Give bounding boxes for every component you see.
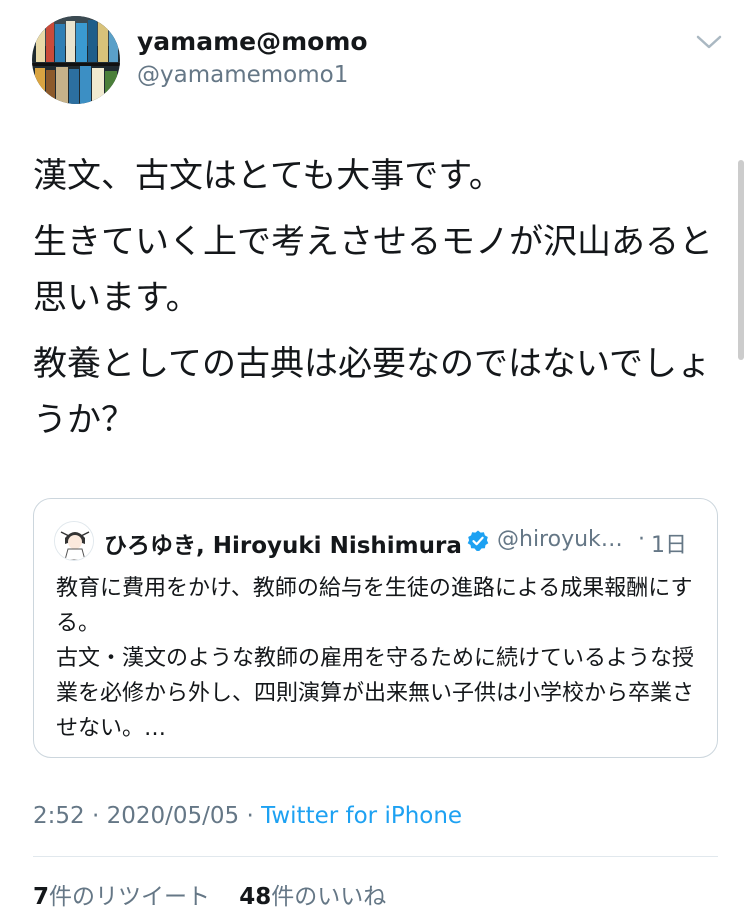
quoted-text-line: 教育に費用をかけ、教師の給与を生徒の進路による成果報酬にする。: [56, 576, 693, 636]
tweet-source-link[interactable]: Twitter for iPhone: [261, 803, 462, 829]
retweets-count: 7: [33, 884, 50, 910]
quoted-tweet-time[interactable]: 1日: [651, 527, 687, 559]
verified-badge-icon: [466, 529, 490, 553]
quoted-tweet-text: 教育に費用をかけ、教師の給与を生徒の進路による成果報酬にする。 古文・漢文のよう…: [56, 571, 701, 746]
tweet-paragraph: 教養としての古典は必要なのではないでしょうか？: [33, 344, 711, 440]
quoted-author-avatar[interactable]: [54, 521, 94, 561]
quoted-tweet-card[interactable]: ひろゆき, Hiroyuki Nishimura @hiroyuk… · 1日 …: [33, 498, 718, 758]
tweet-body: 漢文、古文はとても大事です。 生きていく上で考えさせるモノが沢山あると思います。…: [33, 148, 723, 458]
author-handle[interactable]: @yamamemomo1: [137, 62, 348, 88]
quoted-author-display-name[interactable]: ひろゆき, Hiroyuki Nishimura: [104, 526, 462, 560]
chevron-down-icon[interactable]: [694, 30, 724, 54]
tweet-paragraph: 生きていく上で考えさせるモノが沢山あると思います。: [33, 222, 713, 318]
quoted-author-handle[interactable]: @hiroyuk…: [497, 527, 623, 552]
author-display-name[interactable]: yamame@momo: [137, 27, 368, 56]
scrollbar[interactable]: [738, 160, 744, 360]
tweet-meta: 2:52 · 2020/05/05 · Twitter for iPhone: [33, 803, 462, 829]
likes-count: 48: [239, 884, 272, 910]
tweet-paragraph: 漢文、古文はとても大事です。: [33, 156, 503, 196]
tweet-stats: 7件のリツイート 48件のいいね: [33, 877, 386, 911]
retweets-label: 件のリツイート: [49, 884, 211, 910]
divider: [33, 856, 718, 857]
likes-stat[interactable]: 48件のいいね: [239, 884, 386, 910]
separator-dot: ·: [246, 803, 254, 829]
author-avatar[interactable]: [32, 16, 120, 104]
separator-dot: ·: [638, 527, 645, 552]
separator-dot: ·: [91, 803, 100, 829]
likes-label: 件のいいね: [271, 884, 387, 910]
character-avatar-icon: [55, 522, 93, 560]
tweet-date: 2020/05/05: [106, 803, 240, 829]
quoted-text-line: 古文・漢文のような教師の雇用を守るために続けているような授業を必修から外し、四則…: [56, 646, 695, 741]
tweet-time: 2:52: [33, 803, 85, 829]
bookshelf-avatar-icon: [32, 16, 120, 104]
retweets-stat[interactable]: 7件のリツイート: [33, 884, 210, 910]
